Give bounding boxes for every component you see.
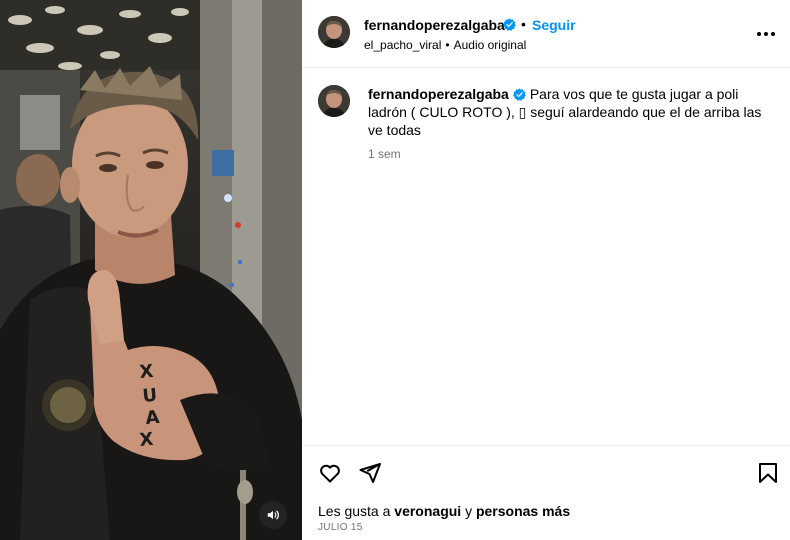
audio-user-link[interactable]: el_pacho_viral <box>364 38 441 52</box>
svg-text:A: A <box>145 407 161 429</box>
post-date[interactable]: JULIO 15 <box>318 522 363 533</box>
author-username[interactable]: fernandoperezalgaba <box>364 17 505 33</box>
audio-separator: • <box>445 38 450 52</box>
caption-timestamp[interactable]: 1 sem <box>368 147 401 161</box>
paper-plane-icon <box>359 463 381 483</box>
save-button[interactable] <box>756 461 780 485</box>
follow-button[interactable]: Seguir <box>532 17 576 33</box>
more-options-button[interactable] <box>754 24 778 44</box>
verified-badge-icon <box>512 88 526 101</box>
post-header: fernandoperezalgaba • Seguir el_pacho_vi… <box>302 0 790 68</box>
likes-count-link[interactable]: personas más <box>476 503 570 519</box>
heart-icon <box>320 464 340 483</box>
video-frame: X U A X <box>0 0 302 540</box>
like-button[interactable] <box>318 461 342 485</box>
post-details-panel: fernandoperezalgaba • Seguir el_pacho_vi… <box>302 0 790 540</box>
share-button[interactable] <box>358 461 382 485</box>
audio-original-link[interactable]: Audio original <box>454 38 527 52</box>
audio-line: el_pacho_viral • Audio original <box>364 38 526 52</box>
caption-section: fernandoperezalgaba Para vos que te gust… <box>302 69 790 445</box>
avatar-image <box>318 16 350 48</box>
caption-author-avatar[interactable] <box>318 85 350 117</box>
svg-text:X: X <box>139 361 155 383</box>
svg-text:X: X <box>139 429 155 451</box>
post-media-video[interactable]: X U A X <box>0 0 302 540</box>
more-options-icon <box>757 32 775 36</box>
mute-toggle-button[interactable] <box>259 501 287 529</box>
svg-text:U: U <box>142 385 158 407</box>
verified-badge-icon <box>503 18 516 31</box>
likes-summary: Les gusta a veronagui y personas más <box>318 503 570 519</box>
caption-author-username[interactable]: fernandoperezalgaba <box>368 86 509 102</box>
volume-icon <box>267 510 279 520</box>
likes-user-link[interactable]: veronagui <box>394 503 461 519</box>
post-caption: fernandoperezalgaba Para vos que te gust… <box>368 85 768 139</box>
separator-dot: • <box>521 16 526 32</box>
author-avatar[interactable] <box>318 16 350 48</box>
post-actions: Les gusta a veronagui y personas más JUL… <box>302 445 790 540</box>
bookmark-icon <box>759 463 777 483</box>
likes-connector: y <box>465 503 473 519</box>
likes-prefix: Les gusta a <box>318 503 391 519</box>
avatar-image <box>318 85 350 117</box>
